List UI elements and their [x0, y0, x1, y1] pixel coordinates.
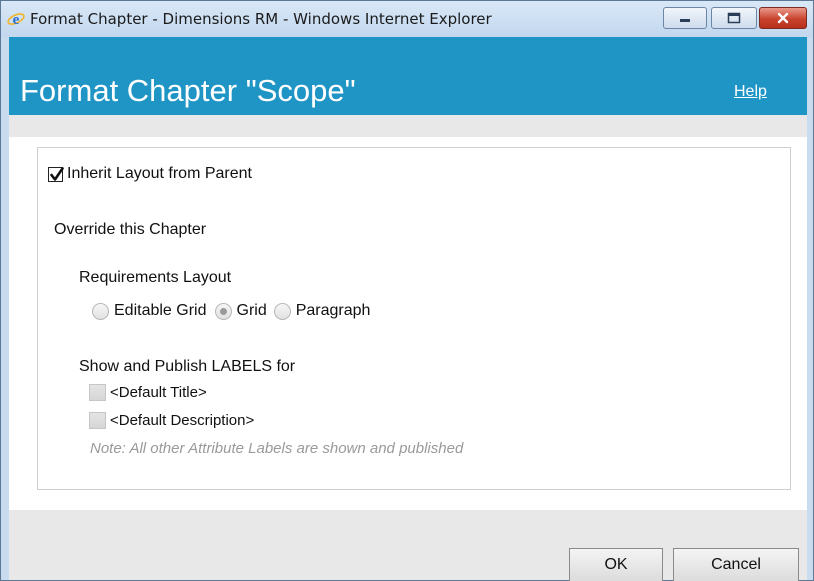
- page-title: Format Chapter "Scope": [20, 73, 356, 108]
- help-link[interactable]: Help: [734, 83, 767, 101]
- inherit-layout-row[interactable]: Inherit Layout from Parent: [48, 165, 252, 183]
- radio-editable-grid-label[interactable]: Editable Grid: [114, 302, 207, 320]
- labels-note: Note: All other Attribute Labels are sho…: [90, 440, 463, 457]
- maximize-icon: [727, 12, 741, 24]
- default-title-row[interactable]: <Default Title>: [89, 384, 207, 401]
- default-title-label: <Default Title>: [110, 384, 207, 401]
- dialog-content: Format Chapter "Scope" Help Inherit Layo…: [9, 37, 807, 581]
- inherit-layout-checkbox[interactable]: [48, 166, 64, 182]
- close-button[interactable]: [759, 7, 807, 29]
- radio-grid[interactable]: [214, 302, 232, 320]
- default-description-row[interactable]: <Default Description>: [89, 412, 254, 429]
- requirements-layout-heading: Requirements Layout: [79, 269, 231, 287]
- browser-window: e Format Chapter - Dimensions RM - Windo…: [0, 0, 814, 581]
- labels-note-text: Note: All other Attribute Labels are sho…: [90, 440, 464, 457]
- maximize-button[interactable]: [711, 7, 757, 29]
- default-title-checkbox[interactable]: [89, 384, 106, 401]
- internet-explorer-icon: e: [7, 10, 25, 28]
- labels-heading: Show and Publish LABELS for: [79, 358, 295, 376]
- minimize-icon: [678, 13, 692, 23]
- svg-text:e: e: [13, 12, 20, 28]
- requirements-layout-label: Requirements Layout: [79, 269, 232, 286]
- radio-grid-label[interactable]: Grid: [237, 302, 267, 320]
- default-description-label: <Default Description>: [110, 412, 255, 429]
- header-spacer: [9, 115, 807, 137]
- radio-paragraph-label[interactable]: Paragraph: [296, 302, 371, 320]
- dialog-footer: OK Cancel: [9, 510, 807, 581]
- ok-button[interactable]: OK: [569, 548, 663, 581]
- form-area: Inherit Layout from Parent Override this…: [9, 137, 807, 510]
- minimize-button[interactable]: [663, 7, 707, 29]
- layout-options-panel: Inherit Layout from Parent Override this…: [37, 147, 791, 490]
- cancel-button[interactable]: Cancel: [673, 548, 799, 581]
- radio-paragraph[interactable]: [273, 302, 291, 320]
- override-heading: Override this Chapter: [54, 221, 206, 239]
- window-title: Format Chapter - Dimensions RM - Windows…: [30, 10, 492, 28]
- labels-section-label: Show and Publish LABELS for: [79, 358, 296, 375]
- dialog-header: Format Chapter "Scope" Help: [9, 37, 807, 115]
- default-description-checkbox[interactable]: [89, 412, 106, 429]
- radio-editable-grid[interactable]: [92, 302, 109, 320]
- inherit-layout-label: Inherit Layout from Parent: [67, 165, 252, 182]
- layout-radio-group: Editable Grid Grid Paragraph: [92, 302, 370, 320]
- override-label: Override this Chapter: [54, 221, 207, 238]
- window-titlebar: e Format Chapter - Dimensions RM - Windo…: [1, 1, 813, 37]
- close-icon: [776, 12, 790, 24]
